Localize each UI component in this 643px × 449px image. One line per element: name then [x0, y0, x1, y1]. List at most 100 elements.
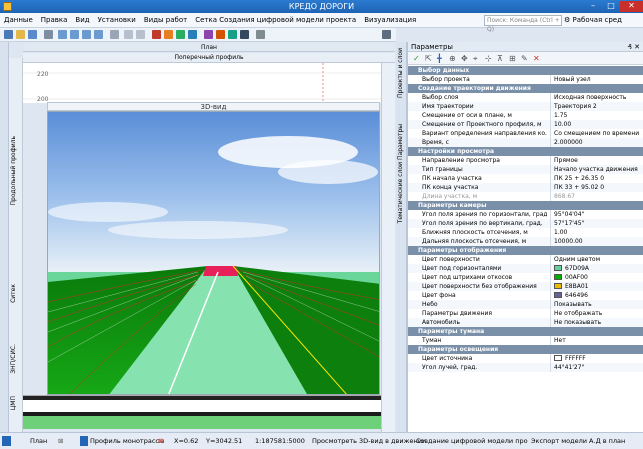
property-value[interactable]: 10000.00 — [550, 237, 642, 246]
cursor-icon[interactable]: ⇱ — [425, 54, 432, 63]
property-value[interactable]: Со смещением по времени — [550, 129, 642, 138]
menu-edit[interactable]: Правка — [37, 13, 72, 28]
color-swatch[interactable] — [554, 283, 562, 289]
property-value[interactable]: Прямое — [550, 156, 642, 165]
property-row[interactable]: Смещение от Проектного профиля, м 10.00 — [408, 120, 643, 129]
property-row[interactable]: Ближняя плоскость отсечения, м 1.00 — [408, 228, 643, 237]
property-value[interactable]: Новый узел — [550, 75, 642, 84]
task-export[interactable]: Экспорт модели А.Д в план — [531, 433, 625, 449]
property-row[interactable]: Угол поля зрения по горизонтали, град. 95… — [408, 210, 643, 219]
menu-settings[interactable]: Установки — [94, 13, 140, 28]
zoom-out-icon[interactable] — [70, 30, 79, 39]
cmp-strip[interactable] — [23, 395, 381, 429]
property-value[interactable]: 67D09A — [550, 264, 642, 273]
property-value[interactable]: Показывать — [550, 300, 642, 309]
minimize-button[interactable]: – — [584, 1, 602, 12]
side-tab-parameters[interactable]: Параметры — [397, 124, 404, 160]
marker-icon[interactable] — [216, 30, 225, 39]
road-icon[interactable] — [188, 30, 197, 39]
property-value[interactable]: 00AF00 — [550, 273, 642, 282]
side-tab-theme-layers[interactable]: Тематические слои — [397, 162, 404, 223]
property-row[interactable]: Цвет поверхности Одним цветом — [408, 255, 643, 264]
vtab-long-profile[interactable]: Продольный профиль — [10, 136, 17, 205]
property-row[interactable]: Длина участка, м 868.67 — [408, 192, 643, 201]
property-row[interactable]: Угол поля зрения по вертикали, град. 57°1… — [408, 219, 643, 228]
property-row[interactable]: Направление просмотра Прямое — [408, 156, 643, 165]
property-value[interactable]: 95°04'04" — [550, 210, 642, 219]
section-icon[interactable]: ⊼ — [497, 54, 503, 63]
property-value[interactable]: 1.00 — [550, 228, 642, 237]
menu-data[interactable]: Данные — [0, 13, 37, 28]
property-group-header[interactable]: Параметры камеры — [408, 201, 643, 210]
task-3d-view[interactable]: Просмотреть 3D-вид в движении — [312, 433, 426, 449]
property-row[interactable]: Выбор проекта Новый узел — [408, 75, 643, 84]
cross-profile-header[interactable]: Поперечный профиль — [23, 53, 395, 63]
tab-plan-close-icon[interactable]: ⊠ — [58, 433, 63, 449]
property-row[interactable]: Туман Нет — [408, 336, 643, 345]
close-button[interactable]: ✕ — [620, 1, 643, 12]
surface-icon[interactable] — [164, 30, 173, 39]
property-row[interactable]: Цвет фона 646496 — [408, 291, 643, 300]
property-value[interactable]: 646496 — [550, 291, 642, 300]
menu-grid[interactable]: Сетка Создания цифровой модели проекта — [191, 13, 360, 28]
select-icon[interactable]: ⌖ — [473, 54, 478, 63]
property-value[interactable]: ПК 25 + 26.35 0 — [550, 174, 642, 183]
vtab-ditches[interactable]: Ситек — [10, 284, 17, 303]
grid-icon[interactable] — [228, 30, 237, 39]
settings-icon[interactable] — [256, 30, 265, 39]
print-icon[interactable] — [44, 30, 53, 39]
property-group-header[interactable]: Параметры тумана — [408, 327, 643, 336]
workspace-selector[interactable]: ⚙ Рабочая сред — [564, 14, 622, 27]
command-search-input[interactable]: Поиск: Команда (Ctrl + Q) — [484, 15, 562, 33]
tab-plan[interactable]: План — [30, 433, 47, 449]
node-icon[interactable]: ⊹ — [485, 54, 492, 63]
open-icon[interactable] — [16, 30, 25, 39]
property-value[interactable]: Начало участка движения — [550, 165, 642, 174]
side-tab-projects[interactable]: Проекты и слои — [397, 48, 404, 98]
property-value[interactable]: E8BA01 — [550, 282, 642, 291]
property-value[interactable]: Нет — [550, 336, 642, 345]
view-vertical-scrollbar[interactable] — [381, 63, 395, 432]
property-row[interactable]: Имя траектории Траектория 2 — [408, 102, 643, 111]
redo-icon[interactable] — [136, 30, 145, 39]
target-icon[interactable]: ⊕ — [449, 54, 456, 63]
maximize-button[interactable]: □ — [602, 1, 620, 12]
property-value[interactable]: Исходная поверхность — [550, 93, 642, 102]
property-row[interactable]: Параметры движения Не отображать — [408, 309, 643, 318]
menu-visualization[interactable]: Визуализация — [360, 13, 420, 28]
tab-profile-close-icon[interactable]: ⊠ — [158, 433, 163, 449]
property-value[interactable]: Не отображать — [550, 309, 642, 318]
property-row[interactable]: Угол лучей, град. 44°41'27" — [408, 363, 643, 372]
property-row[interactable]: Цвет источника FFFFFF — [408, 354, 643, 363]
property-value[interactable]: 2.000000 — [550, 138, 642, 147]
property-value[interactable]: ПК 33 + 95.02 0 — [550, 183, 642, 192]
property-row[interactable]: ПК конца участка ПК 33 + 95.02 0 — [408, 183, 643, 192]
undo-icon[interactable] — [124, 30, 133, 39]
property-value[interactable]: 57°17'45" — [550, 219, 642, 228]
terrain-icon[interactable] — [176, 30, 185, 39]
property-group-header[interactable]: Настройки просмотра — [408, 147, 643, 156]
property-value[interactable]: 44°41'27" — [550, 363, 642, 372]
color-swatch[interactable] — [554, 355, 562, 361]
property-row[interactable]: Тип границы Начало участка движения — [408, 165, 643, 174]
property-group-header[interactable]: Создание траектории движения — [408, 84, 643, 93]
zoom-window-icon[interactable] — [82, 30, 91, 39]
zoom-in-icon[interactable] — [58, 30, 67, 39]
property-value[interactable]: 10.00 — [550, 120, 642, 129]
property-row[interactable]: Время, с 2.000000 — [408, 138, 643, 147]
insert-icon[interactable]: ⊞ — [509, 54, 516, 63]
property-row[interactable]: Автомобиль Не показывать — [408, 318, 643, 327]
cancel-icon[interactable]: ✕ — [533, 54, 540, 63]
property-row[interactable]: Цвет под горизонталями 67D09A — [408, 264, 643, 273]
profile-canvas[interactable]: 220 200 — [23, 63, 381, 103]
property-row[interactable]: Небо Показывать — [408, 300, 643, 309]
property-group-header[interactable]: Выбор данных — [408, 66, 643, 75]
3d-view-canvas[interactable] — [47, 111, 380, 395]
new-icon[interactable] — [4, 30, 13, 39]
color-swatch[interactable] — [554, 265, 562, 271]
layout-icon[interactable] — [382, 30, 391, 39]
property-value[interactable]: Траектория 2 — [550, 102, 642, 111]
task-dem[interactable]: Создание цифровой модели про — [416, 433, 528, 449]
property-row[interactable]: Выбор слоя Исходная поверхность — [408, 93, 643, 102]
pan-icon[interactable] — [94, 30, 103, 39]
